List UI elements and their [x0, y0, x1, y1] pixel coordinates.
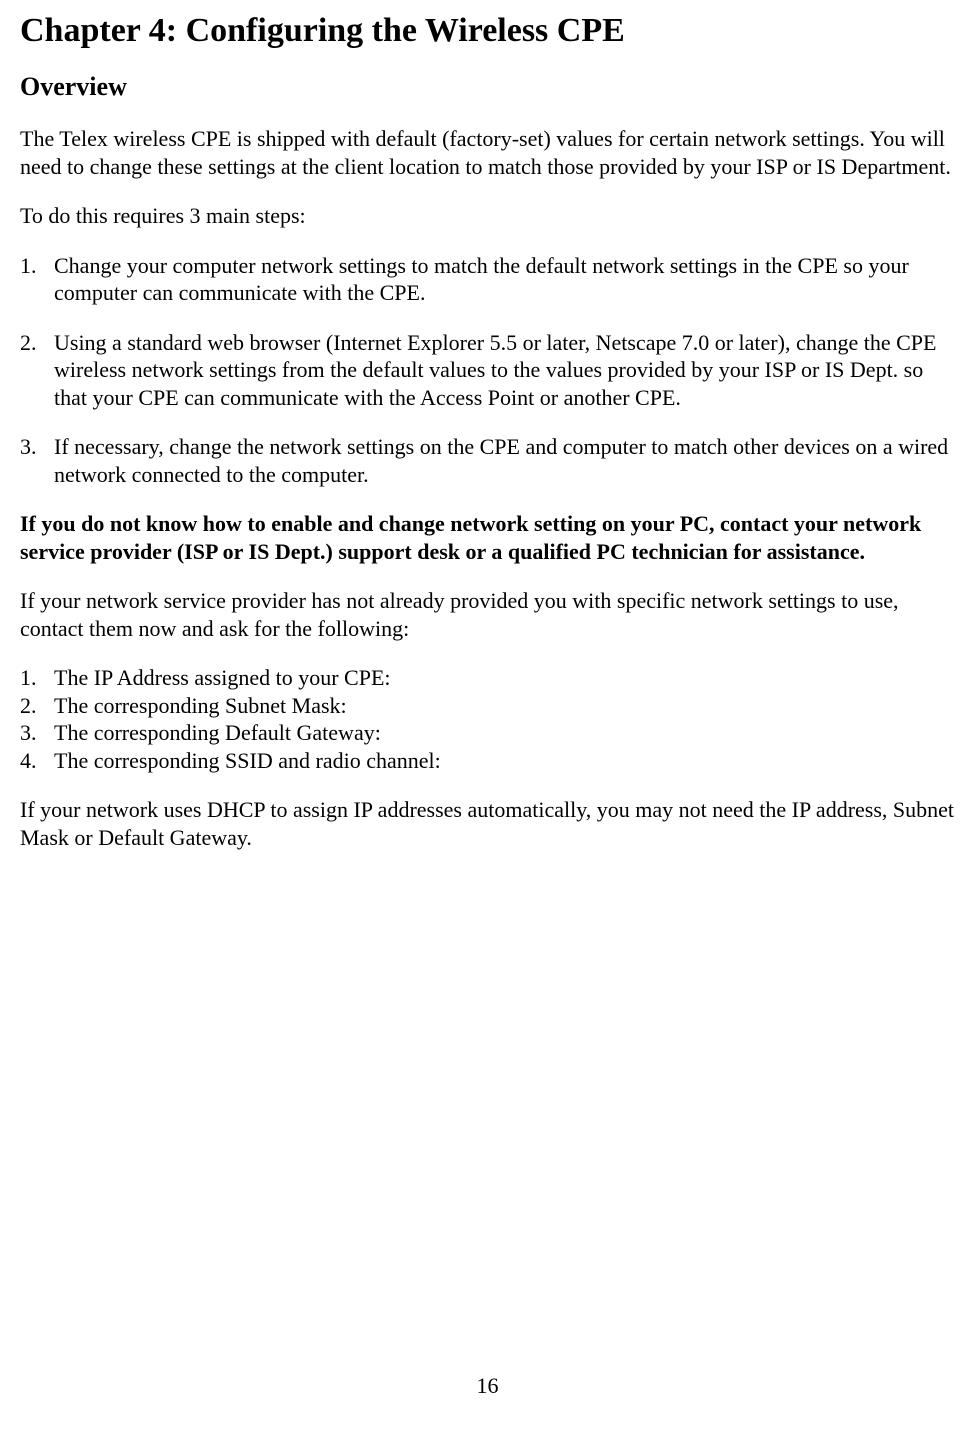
chapter-title: Chapter 4: Configuring the Wireless CPE: [20, 10, 955, 53]
list-item: The corresponding Default Gateway:: [20, 719, 955, 747]
intro-paragraph: The Telex wireless CPE is shipped with d…: [20, 125, 955, 180]
warning-paragraph: If you do not know how to enable and cha…: [20, 510, 955, 565]
ask-for-paragraph: If your network service provider has not…: [20, 587, 955, 642]
list-item: The corresponding SSID and radio channel…: [20, 747, 955, 775]
list-item: Using a standard web browser (Internet E…: [20, 329, 955, 412]
list-item: If necessary, change the network setting…: [20, 433, 955, 488]
list-item: Change your computer network settings to…: [20, 252, 955, 307]
steps-list: Change your computer network settings to…: [20, 252, 955, 489]
list-item: The IP Address assigned to your CPE:: [20, 664, 955, 692]
ask-list: The IP Address assigned to your CPE: The…: [20, 664, 955, 774]
steps-intro: To do this requires 3 main steps:: [20, 202, 955, 230]
section-heading: Overview: [20, 71, 955, 104]
dhcp-note: If your network uses DHCP to assign IP a…: [20, 796, 955, 851]
list-item: The corresponding Subnet Mask:: [20, 692, 955, 720]
page-number: 16: [0, 1372, 975, 1400]
